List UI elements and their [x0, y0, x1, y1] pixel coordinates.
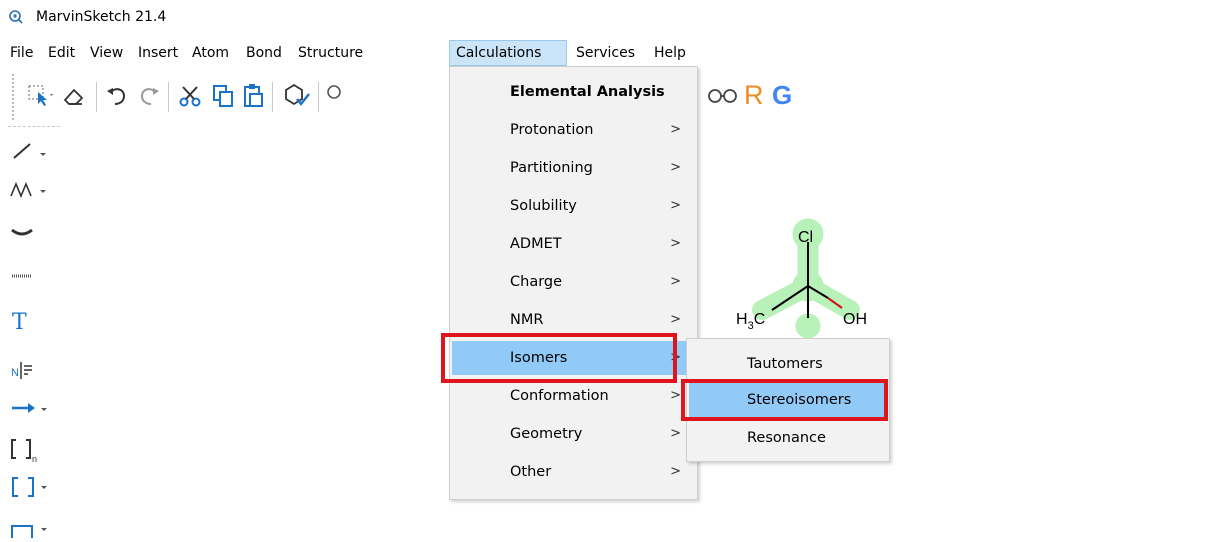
menu-item-solubility[interactable]: Solubility >: [452, 189, 695, 223]
submenu-arrow-icon: >: [670, 388, 681, 403]
calculations-menu: Elemental Analysis Protonation > Partiti…: [449, 66, 698, 500]
menu-item-protonation[interactable]: Protonation >: [452, 113, 695, 147]
submenu-arrow-icon: >: [670, 464, 681, 479]
eraser-icon[interactable]: [60, 82, 88, 110]
marvin-app-icon: [8, 9, 24, 25]
menu-item-charge[interactable]: Charge >: [452, 265, 695, 299]
menu-item-admet[interactable]: ADMET >: [452, 227, 695, 261]
menu-services[interactable]: Services: [570, 40, 641, 66]
3d-glasses-icon[interactable]: [706, 82, 740, 110]
menu-edit[interactable]: Edit: [42, 40, 81, 66]
menu-bar: File Edit View Insert Atom Bond Structur…: [0, 40, 1214, 66]
menu-atom[interactable]: Atom: [186, 40, 235, 66]
menu-item-conformation[interactable]: Conformation >: [452, 379, 695, 413]
menu-bond[interactable]: Bond: [240, 40, 288, 66]
chain-tool-icon[interactable]: [8, 178, 58, 206]
menu-help[interactable]: Help: [648, 40, 692, 66]
menu-item-geometry[interactable]: Geometry >: [452, 417, 695, 451]
single-bond-tool-icon[interactable]: [8, 138, 58, 166]
atom-cl: Cl: [798, 229, 813, 246]
left-toolbar: T N n: [0, 118, 70, 542]
submenu-arrow-icon: >: [670, 236, 681, 251]
toolbar-grip[interactable]: [12, 74, 14, 120]
sgroup-bracket-icon[interactable]: n: [8, 436, 48, 468]
cut-icon[interactable]: [176, 82, 204, 110]
svg-text:N: N: [11, 367, 19, 379]
menu-item-partitioning[interactable]: Partitioning >: [452, 151, 695, 185]
dashed-bond-tool-icon[interactable]: [8, 264, 58, 288]
ring-tool-icon[interactable]: [8, 222, 58, 246]
submenu-arrow-icon: >: [670, 274, 681, 289]
zoom-icon[interactable]: [324, 82, 344, 110]
menu-item-resonance[interactable]: Resonance: [689, 421, 887, 455]
menu-item-tautomers[interactable]: Tautomers: [689, 347, 887, 381]
menu-view[interactable]: View: [84, 40, 129, 66]
menu-structure[interactable]: Structure: [292, 40, 369, 66]
text-tool-icon[interactable]: T: [12, 310, 27, 335]
isomers-callout-box: [441, 333, 677, 383]
menu-calculations[interactable]: Calculations: [449, 40, 567, 66]
redo-icon[interactable]: [136, 82, 162, 110]
name-to-structure-icon[interactable]: N: [8, 358, 48, 386]
bracket-tool-icon[interactable]: [8, 474, 58, 506]
atom-ch3: H3C: [736, 311, 765, 332]
shape-tool-icon[interactable]: [8, 518, 58, 542]
submenu-arrow-icon: >: [670, 426, 681, 441]
reaction-arrow-tool-icon[interactable]: [8, 398, 58, 422]
window-title: MarvinSketch 21.4: [36, 9, 167, 25]
title-bar: MarvinSketch 21.4: [0, 0, 1214, 36]
menu-item-other[interactable]: Other >: [452, 455, 695, 489]
menu-insert[interactable]: Insert: [132, 40, 184, 66]
r-group-button[interactable]: R: [744, 81, 764, 109]
clean-structure-icon[interactable]: [282, 82, 312, 110]
svg-text:n: n: [32, 454, 37, 464]
submenu-arrow-icon: >: [670, 312, 681, 327]
stereoisomers-callout-box: [681, 379, 888, 421]
paste-icon[interactable]: [240, 82, 266, 110]
submenu-arrow-icon: >: [670, 198, 681, 213]
copy-icon[interactable]: [210, 82, 236, 110]
select-tool-icon[interactable]: [26, 82, 56, 110]
google-search-button[interactable]: G: [772, 81, 792, 109]
undo-icon[interactable]: [104, 82, 130, 110]
atom-oh: OH: [843, 311, 867, 328]
menu-file[interactable]: File: [4, 40, 39, 66]
submenu-arrow-icon: >: [670, 122, 681, 137]
menu-item-nmr[interactable]: NMR >: [452, 303, 695, 337]
menu-item-elemental-analysis[interactable]: Elemental Analysis: [452, 75, 695, 109]
submenu-arrow-icon: >: [670, 160, 681, 175]
